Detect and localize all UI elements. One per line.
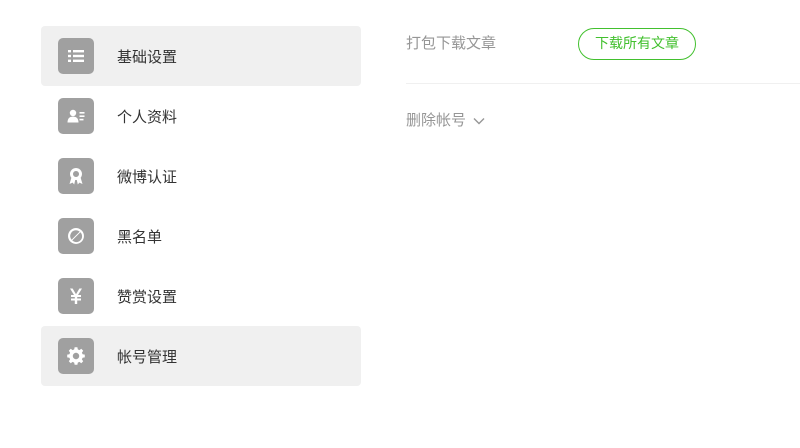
download-articles-label: 打包下载文章 (406, 34, 497, 52)
sidebar-item-label: 基础设置 (117, 47, 178, 66)
sidebar-item-label: 帐号管理 (117, 347, 178, 366)
sidebar-item-reward-settings[interactable]: 赞赏设置 (41, 266, 361, 326)
delete-account-label: 删除帐号 (406, 111, 467, 129)
profile-card-icon (58, 98, 94, 134)
yen-icon (58, 278, 94, 314)
sidebar-item-label: 微博认证 (117, 167, 178, 186)
download-articles-row: 打包下载文章 下载所有文章 (406, 26, 800, 84)
list-icon (58, 38, 94, 74)
badge-icon (58, 158, 94, 194)
sidebar-item-weibo-verify[interactable]: 微博认证 (41, 146, 361, 206)
block-icon (58, 218, 94, 254)
download-all-articles-button[interactable]: 下载所有文章 (578, 28, 696, 60)
delete-account-toggle[interactable]: 删除帐号 (406, 109, 800, 130)
sidebar-item-profile[interactable]: 个人资料 (41, 86, 361, 146)
account-settings-panel: 打包下载文章 下载所有文章 删除帐号 (406, 26, 800, 130)
gear-icon (58, 338, 94, 374)
chevron-down-icon (472, 113, 486, 127)
sidebar-item-basic-settings[interactable]: 基础设置 (41, 26, 361, 86)
sidebar-item-label: 赞赏设置 (117, 287, 178, 306)
sidebar-item-label: 个人资料 (117, 107, 178, 126)
settings-sidebar: 基础设置 个人资料 微博认证 黑名单 赞赏设置 帐号管理 (41, 26, 361, 386)
sidebar-item-account-management[interactable]: 帐号管理 (41, 326, 361, 386)
sidebar-item-blacklist[interactable]: 黑名单 (41, 206, 361, 266)
sidebar-item-label: 黑名单 (117, 227, 163, 246)
